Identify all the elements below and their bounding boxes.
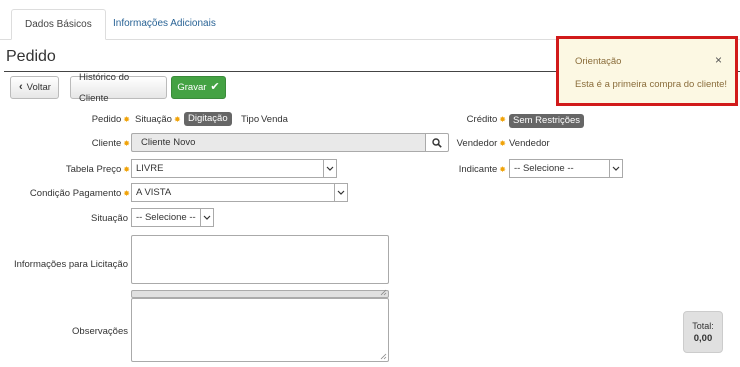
tabela-preco-value: LIVRE [136,163,164,174]
vendedor-value: Vendedor [509,138,550,149]
condicao-pagamento-select[interactable]: A VISTA [131,183,348,202]
close-icon[interactable]: × [715,53,722,67]
observacoes-label: Observações [72,326,128,337]
save-button[interactable]: Gravar ✔ [171,76,226,99]
required-marker-icon: ✸ [173,115,181,124]
vendedor-label: Vendedor ✸ [456,138,506,149]
required-marker-icon: ✸ [123,189,130,198]
required-marker-icon: ✸ [123,139,130,148]
tipo-label: Tipo [241,114,260,125]
required-marker-icon: ✸ [123,165,130,174]
toast-message: Esta é a primeira compra do cliente! [575,79,728,90]
page-title: Pedido [6,48,56,65]
condicao-pagamento-value: A VISTA [136,187,172,198]
required-marker-icon: ✸ [499,139,506,148]
required-marker-icon: ✸ [123,115,130,124]
pedido-label: Pedido ✸ [91,114,130,125]
tab-informacoes-adicionais[interactable]: Informações Adicionais [100,9,229,40]
cliente-search-button[interactable] [425,133,449,152]
condicao-pagamento-label: Condição Pagamento ✸ [29,188,130,199]
search-icon [432,137,442,148]
cliente-label: Cliente ✸ [91,138,130,149]
customer-history-button[interactable]: Histórico do Cliente [70,72,167,104]
required-marker-icon: ✸ [499,115,506,124]
observacoes-textarea[interactable] [131,298,389,362]
licitacao-textarea[interactable] [131,235,389,284]
toast-title: Orientação [575,56,622,67]
orientation-toast: Orientação × Esta é a primeira compra do… [556,36,738,106]
tab-dados-basicos[interactable]: Dados Básicos [11,9,106,40]
indicante-select[interactable]: -- Selecione -- [509,159,623,178]
order-total-box: Total: 0,00 [683,311,723,353]
tabela-preco-select[interactable]: LIVRE [131,159,337,178]
chevron-down-icon [609,160,622,177]
situacao-select[interactable]: -- Selecione -- [131,208,214,227]
customer-history-label: Histórico do Cliente [79,71,130,104]
licitacao-label: Informações para Licitação [13,259,128,270]
situacao-label: Situação ✸ [135,114,181,125]
resize-grip-icon [380,289,387,296]
chevron-down-icon [334,184,347,201]
tipo-value: Venda [261,114,288,125]
tabela-preco-label: Tabela Preço ✸ [65,164,130,175]
situacao-select-value: -- Selecione -- [136,212,196,223]
chevron-left-icon: ‹ [19,81,23,93]
check-icon: ✔ [210,81,220,93]
total-label: Total: [692,321,714,331]
required-marker-icon: ✸ [499,165,506,174]
cliente-field[interactable]: Cliente Novo [131,133,425,152]
licitacao-resize-strip [131,289,389,298]
chevron-down-icon [200,209,213,226]
credito-status-badge: Sem Restrições [509,114,585,128]
back-button-label: Voltar [26,82,51,93]
indicante-value: -- Selecione -- [514,163,574,174]
tab-bar: Dados Básicos Informações Adicionais [0,0,740,40]
chevron-down-icon [323,160,336,177]
credito-label: Crédito ✸ [466,114,506,125]
situacao-status-badge: Digitação [184,112,232,126]
indicante-label: Indicante ✸ [458,164,506,175]
back-button[interactable]: ‹ Voltar [10,76,59,99]
save-button-label: Gravar [177,82,207,93]
total-value: 0,00 [693,333,713,344]
situacao-select-label: Situação [91,213,128,224]
resize-grip-icon[interactable] [380,353,387,360]
